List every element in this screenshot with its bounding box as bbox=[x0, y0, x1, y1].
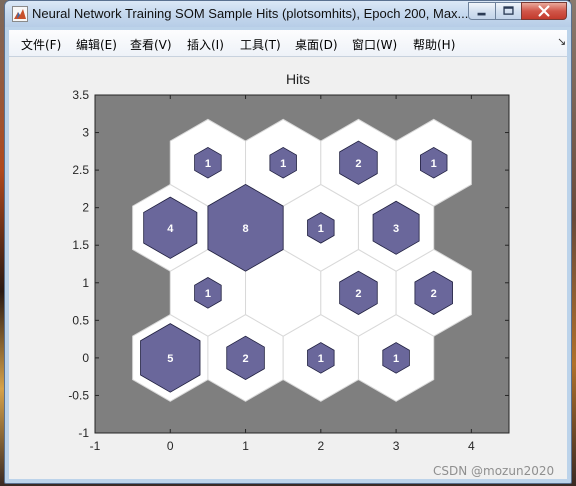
y-tick-label: 0.5 bbox=[72, 313, 89, 327]
minimize-button[interactable] bbox=[468, 2, 496, 20]
maximize-button[interactable] bbox=[495, 2, 522, 20]
x-tick-label: 3 bbox=[393, 439, 400, 453]
menu-view[interactable]: 查看(V) bbox=[130, 36, 172, 53]
hit-count-label: 1 bbox=[318, 353, 324, 365]
chart-title: Hits bbox=[286, 71, 310, 87]
menu-desktop[interactable]: 桌面(D) bbox=[295, 36, 338, 53]
hit-count-label: 1 bbox=[205, 158, 211, 170]
y-tick-label: 3.5 bbox=[72, 88, 89, 102]
hit-count-label: 4 bbox=[167, 223, 174, 235]
y-tick-label: 0 bbox=[82, 351, 89, 365]
hit-count-label: 2 bbox=[242, 353, 248, 365]
menu-help[interactable]: 帮助(H) bbox=[413, 36, 455, 53]
chevron-right-icon[interactable]: ↘ bbox=[557, 35, 566, 48]
menu-tools[interactable]: 工具(T) bbox=[240, 36, 281, 53]
hit-count-label: 1 bbox=[318, 223, 324, 235]
x-tick-label: 1 bbox=[242, 439, 249, 453]
hit-count-label: 2 bbox=[431, 288, 437, 300]
figure-window: Neural Network Training SOM Sample Hits … bbox=[4, 0, 572, 484]
hits-plot[interactable]: 5 2 1 1 1 2 2 4 8 1 3 1 1 2 1 -1 0 1 2 3 4 -1 -0.5 0 0.5 1 1.5 2 2.5… bbox=[9, 57, 567, 479]
hit-count-label: 1 bbox=[280, 158, 286, 170]
hit-count-label: 1 bbox=[431, 158, 437, 170]
hit-count-label: 2 bbox=[355, 288, 361, 300]
menu-window[interactable]: 窗口(W) bbox=[352, 36, 397, 53]
x-tick-label: -1 bbox=[90, 439, 101, 453]
maximize-icon bbox=[503, 6, 514, 15]
menu-edit[interactable]: 编辑(E) bbox=[76, 36, 117, 53]
y-tick-label: 1 bbox=[82, 276, 89, 290]
hit-count-label: 5 bbox=[167, 353, 173, 365]
y-tick-label: 2.5 bbox=[72, 163, 89, 177]
window-title: Neural Network Training SOM Sample Hits … bbox=[32, 6, 469, 21]
hit-count-label: 2 bbox=[355, 158, 361, 170]
y-tick-label: 1.5 bbox=[72, 238, 89, 252]
y-tick-label: -0.5 bbox=[68, 388, 89, 402]
watermark: CSDN @mozun2020 bbox=[433, 464, 555, 478]
hit-count-label: 1 bbox=[205, 288, 211, 300]
y-tick-label: -1 bbox=[78, 426, 89, 440]
y-tick-label: 3 bbox=[82, 126, 89, 140]
close-button[interactable] bbox=[521, 2, 567, 20]
x-tick-label: 2 bbox=[317, 439, 324, 453]
hit-count-label: 3 bbox=[393, 223, 399, 235]
hit-count-label: 8 bbox=[242, 223, 248, 235]
minimize-icon bbox=[477, 12, 486, 16]
x-tick-label: 0 bbox=[167, 439, 174, 453]
x-tick-label: 4 bbox=[468, 439, 475, 453]
menu-file[interactable]: 文件(F) bbox=[21, 36, 61, 53]
menu-insert[interactable]: 插入(I) bbox=[187, 36, 224, 53]
menu-bar: 文件(F) 编辑(E) 查看(V) 插入(I) 工具(T) 桌面(D) 窗口(W… bbox=[9, 30, 567, 57]
hit-count-label: 1 bbox=[393, 353, 399, 365]
y-tick-label: 2 bbox=[82, 201, 89, 215]
matlab-icon bbox=[12, 6, 28, 22]
close-icon bbox=[538, 5, 550, 17]
